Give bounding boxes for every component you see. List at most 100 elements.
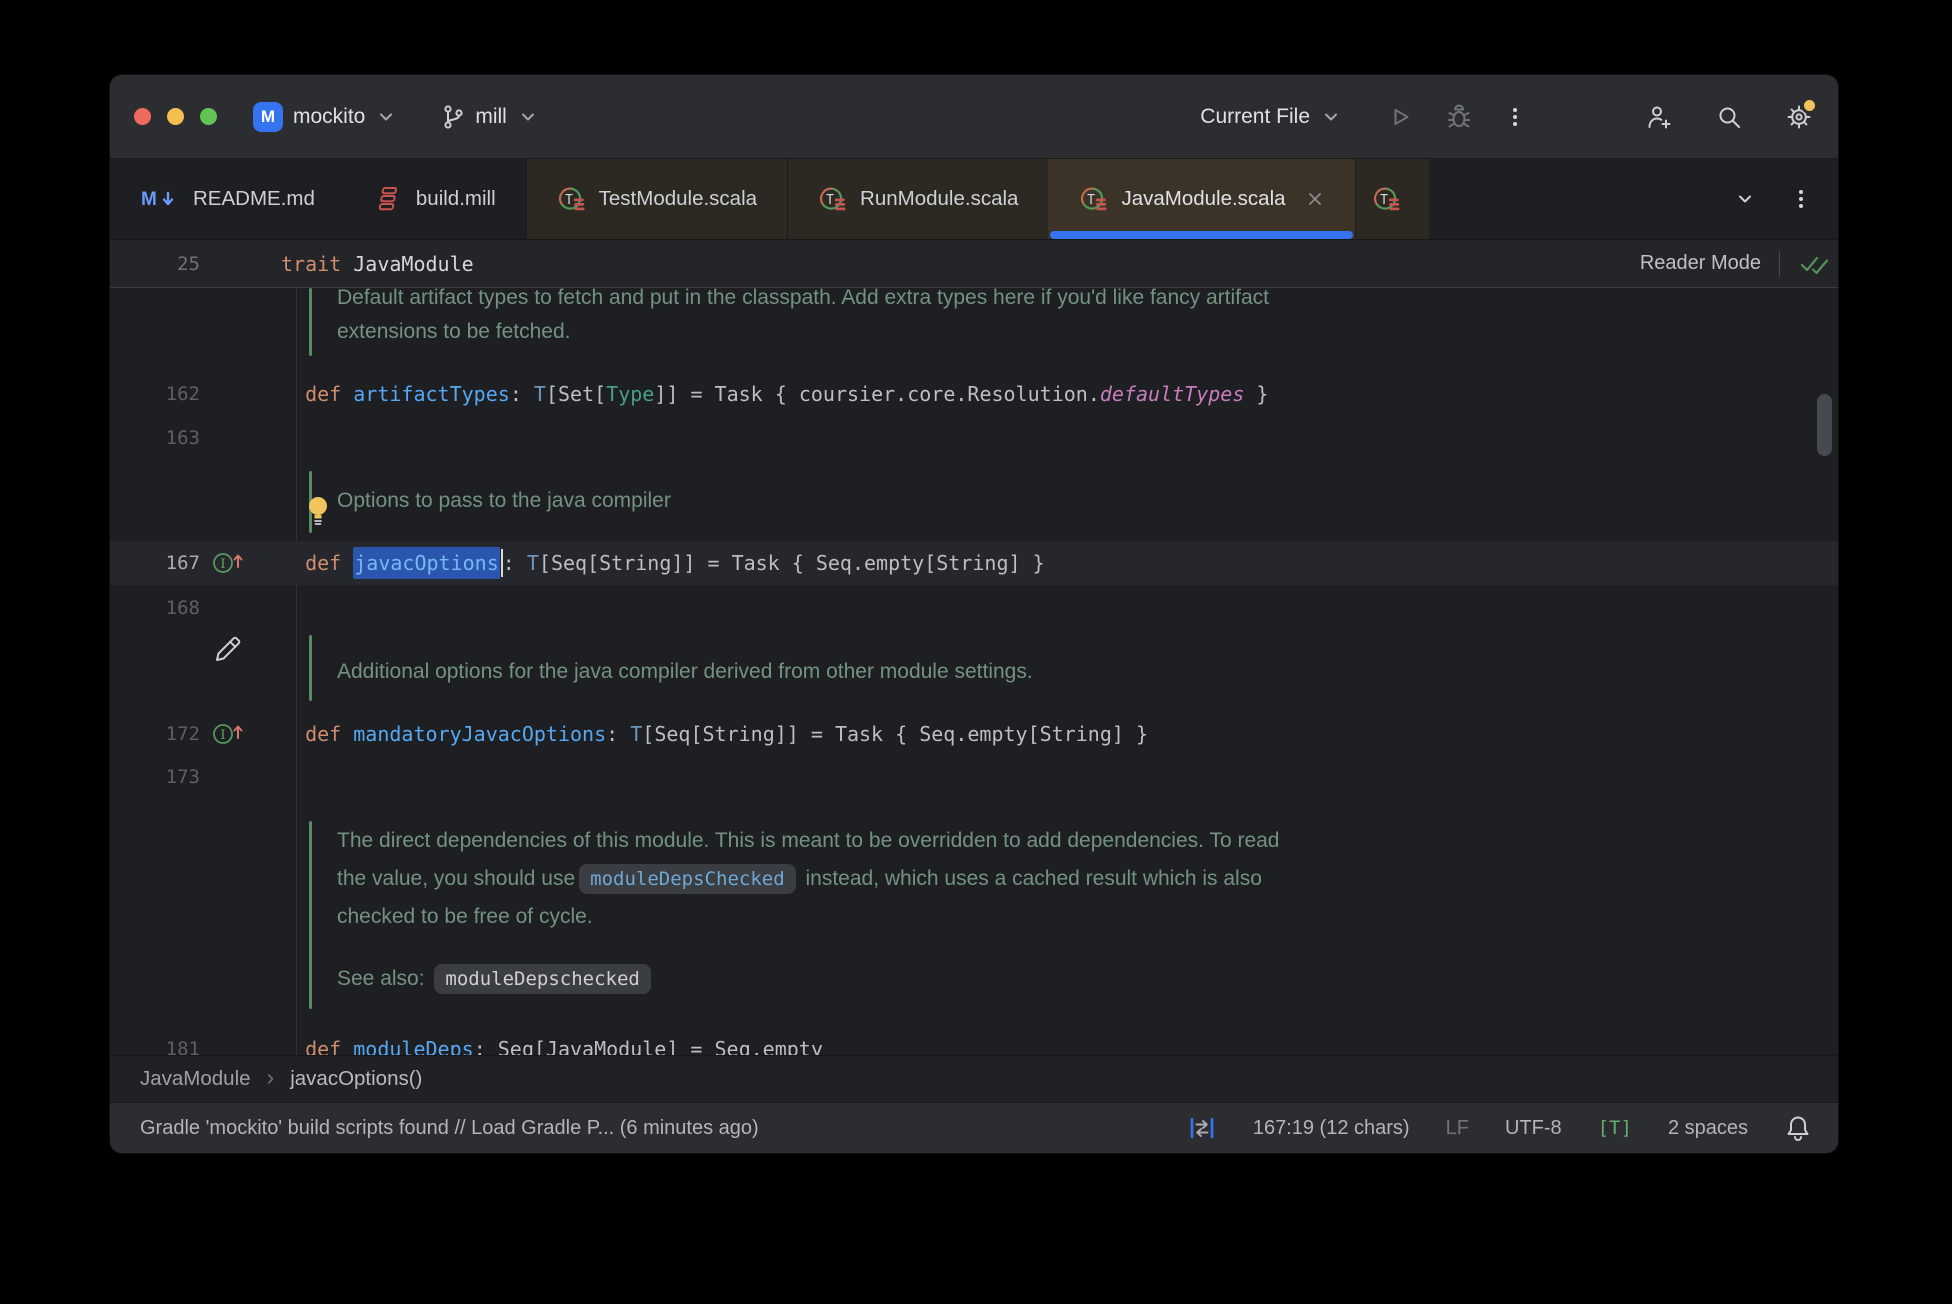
notification-dot bbox=[1801, 96, 1818, 114]
editor-line[interactable]: 162 def artifactTypes: T [Set[Type]] = Ta… bbox=[110, 372, 1838, 416]
editor-line[interactable]: 168 bbox=[110, 586, 1838, 630]
line-number[interactable]: 168 bbox=[110, 586, 200, 630]
run-button[interactable] bbox=[1386, 103, 1414, 131]
editor-tab-TestModule.scala[interactable]: T TestModule.scala bbox=[525, 159, 788, 239]
code-text: checked to be free of cycle. bbox=[337, 905, 593, 928]
editor-line[interactable]: extensions to be fetched. bbox=[110, 310, 1838, 354]
inline-code-reference: moduleDepsChecked bbox=[579, 864, 796, 894]
editor-pane[interactable]: Default artifact types to fetch and put … bbox=[110, 288, 1838, 1055]
line-number[interactable]: 163 bbox=[110, 416, 200, 460]
search-everywhere-button[interactable] bbox=[1714, 102, 1744, 132]
minimize-window-button[interactable] bbox=[167, 108, 184, 125]
settings-button[interactable] bbox=[1784, 96, 1818, 132]
project-widget[interactable]: M mockito bbox=[253, 101, 397, 132]
editor-tab-RunModule.scala[interactable]: T RunModule.scala bbox=[787, 159, 1049, 239]
editor-line[interactable]: 173 bbox=[110, 755, 1838, 799]
breadcrumb-item-class[interactable]: JavaModule bbox=[140, 1067, 251, 1091]
svg-text:T: T bbox=[1380, 193, 1388, 208]
vcs-branch-widget[interactable]: mill bbox=[441, 104, 539, 130]
code-text: def mandatoryJavacOptions: T [Seq[String]… bbox=[305, 722, 1149, 746]
code-text: extensions to be fetched. bbox=[337, 320, 571, 343]
svg-text:T: T bbox=[826, 193, 834, 208]
ide-window: M mockito mill Current File M README.md … bbox=[110, 75, 1838, 1153]
line-number[interactable]: 181 bbox=[110, 1027, 200, 1055]
debug-button[interactable] bbox=[1444, 102, 1474, 132]
run-configuration-name: Current File bbox=[1200, 104, 1310, 128]
trait-icon: T bbox=[1078, 184, 1108, 214]
swap-arrows-icon[interactable] bbox=[1187, 1113, 1217, 1143]
project-name: mockito bbox=[293, 104, 366, 128]
editor-tab-build.mill[interactable]: build.mill bbox=[345, 159, 526, 239]
line-ending-selector[interactable]: LF bbox=[1446, 1117, 1469, 1140]
code-text: Additional options for the java compiler… bbox=[337, 660, 1033, 683]
title-bar: M mockito mill Current File bbox=[110, 75, 1838, 159]
editor-tab-JavaModule.scala[interactable]: T JavaModule.scala bbox=[1048, 159, 1355, 239]
tab-options-button[interactable] bbox=[1790, 186, 1812, 212]
editor-tab-bar: M README.md build.mill T TestModule.scala T Ru… bbox=[110, 159, 1838, 240]
line-number[interactable]: 173 bbox=[110, 755, 200, 799]
lightbulb-icon[interactable] bbox=[304, 494, 332, 528]
indent-selector[interactable]: 2 spaces bbox=[1668, 1117, 1748, 1140]
caret-position[interactable]: 167:19 (12 chars) bbox=[1253, 1117, 1410, 1140]
override-icon[interactable]: I bbox=[211, 720, 251, 748]
line-number[interactable]: 172 bbox=[110, 712, 200, 756]
close-window-button[interactable] bbox=[134, 108, 151, 125]
editor-line[interactable]: 181 def moduleDeps: Seq[JavaModule] = Se… bbox=[110, 1027, 1838, 1055]
doc-comment-bar bbox=[309, 288, 312, 356]
mill-icon bbox=[375, 184, 403, 214]
editor-line[interactable]: See also: moduleDepschecked bbox=[110, 957, 1838, 1001]
editor-line[interactable]: checked to be free of cycle. bbox=[110, 895, 1838, 939]
reader-mode-widget: Reader Mode bbox=[1640, 240, 1830, 287]
doc-comment-bar bbox=[309, 635, 312, 701]
breadcrumb-item-member[interactable]: javacOptions() bbox=[290, 1067, 422, 1091]
git-branch-icon bbox=[441, 104, 465, 130]
sticky-keyword: trait bbox=[281, 251, 342, 276]
pencil-icon[interactable] bbox=[213, 635, 243, 665]
editor-tab-overflow[interactable]: T bbox=[1354, 159, 1429, 239]
trait-icon: T bbox=[817, 184, 847, 214]
svg-text:I: I bbox=[220, 728, 225, 743]
line-number[interactable]: 162 bbox=[110, 372, 200, 416]
notifications-bell-icon[interactable] bbox=[1784, 1113, 1812, 1143]
code-text: def javacOptions: T [Seq[String]] = Task … bbox=[281, 541, 1045, 585]
inline-code-reference: moduleDepschecked bbox=[434, 964, 651, 994]
line-number[interactable]: 167 bbox=[110, 541, 200, 585]
svg-text:T: T bbox=[1088, 193, 1096, 208]
editor-line[interactable]: Options to pass to the java compiler bbox=[110, 479, 1838, 523]
branch-name: mill bbox=[475, 104, 507, 128]
status-message[interactable]: Gradle 'mockito' build scripts found // … bbox=[140, 1117, 759, 1140]
inspections-ok-check-icon[interactable] bbox=[1798, 251, 1830, 277]
sticky-line-header[interactable]: 25 trait JavaModule Reader Mode bbox=[110, 240, 1838, 288]
editor-line[interactable]: Additional options for the java compiler… bbox=[110, 650, 1838, 694]
hidden-tabs-chevron-button[interactable] bbox=[1734, 188, 1756, 210]
run-configuration-selector[interactable]: Current File bbox=[1200, 105, 1342, 129]
separator bbox=[1779, 250, 1780, 277]
editor-line[interactable]: 167 I def javacOptions: T [Seq[String]] = … bbox=[110, 541, 1838, 585]
override-icon[interactable]: I bbox=[211, 549, 251, 577]
code-with-me-add-user-button[interactable] bbox=[1644, 102, 1674, 132]
scrollbar-thumb[interactable] bbox=[1817, 394, 1832, 456]
code-text: def moduleDeps: Seq[JavaModule] = Seq.em… bbox=[305, 1037, 823, 1055]
svg-text:I: I bbox=[220, 557, 225, 572]
window-controls bbox=[134, 108, 217, 125]
sticky-line-number: 25 bbox=[177, 252, 200, 275]
markdown-icon: M bbox=[140, 186, 180, 212]
more-actions-button[interactable] bbox=[1504, 104, 1526, 130]
tab-label: build.mill bbox=[415, 187, 496, 210]
reader-mode-label[interactable]: Reader Mode bbox=[1640, 252, 1761, 275]
code-text: Options to pass to the java compiler bbox=[337, 489, 671, 512]
maximize-window-button[interactable] bbox=[200, 108, 217, 125]
svg-text:M: M bbox=[141, 189, 157, 210]
editor-tab-README.md[interactable]: M README.md bbox=[110, 159, 345, 239]
doc-comment-bar bbox=[309, 821, 312, 1009]
scope-indicator[interactable]: [T] bbox=[1598, 1117, 1632, 1139]
tab-label: TestModule.scala bbox=[598, 187, 758, 210]
close-icon[interactable] bbox=[1305, 189, 1325, 209]
editor-line[interactable]: 172 I def mandatoryJavacOptions: T [Seq[St… bbox=[110, 712, 1838, 756]
encoding-selector[interactable]: UTF-8 bbox=[1505, 1117, 1562, 1140]
chevron-down-icon bbox=[375, 106, 397, 128]
code-text: See also: moduleDepschecked bbox=[337, 957, 655, 1001]
editor-line[interactable]: 163 bbox=[110, 416, 1838, 460]
tab-label: RunModule.scala bbox=[860, 187, 1019, 210]
tab-label: README.md bbox=[193, 187, 315, 210]
